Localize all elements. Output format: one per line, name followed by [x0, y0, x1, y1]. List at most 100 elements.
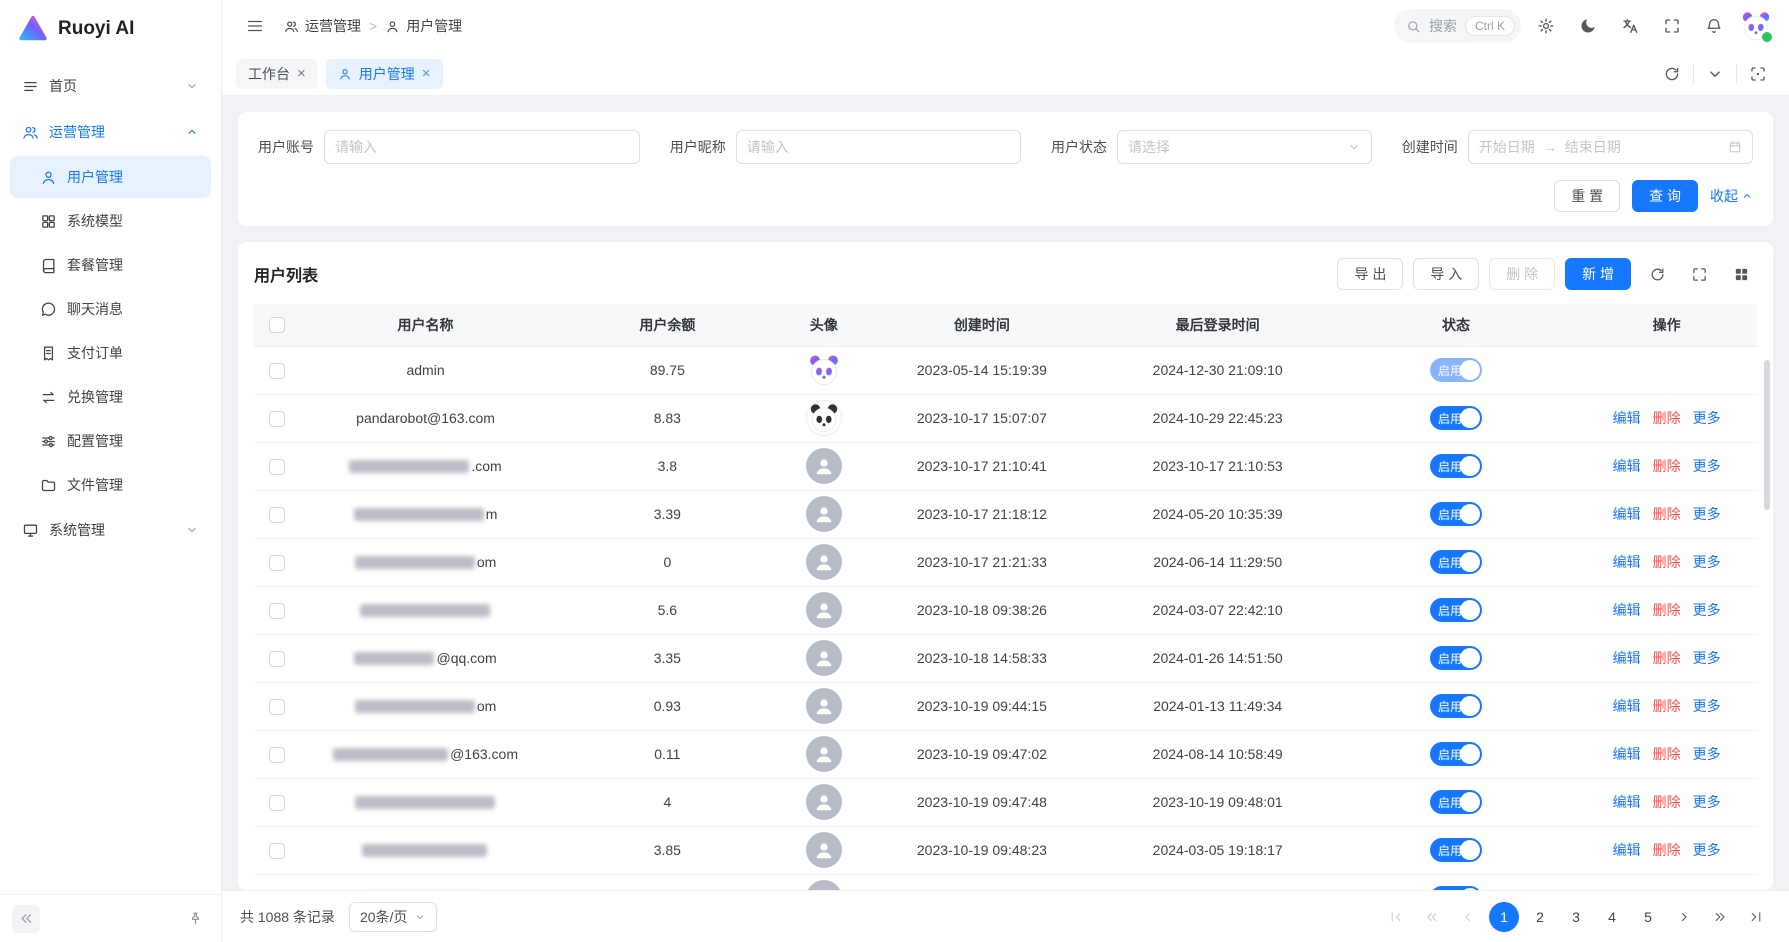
row-checkbox[interactable] — [269, 843, 285, 859]
delete-button[interactable]: 删 除 — [1489, 258, 1555, 290]
user-nickname-input[interactable] — [736, 130, 1021, 164]
export-button[interactable]: 导 出 — [1337, 258, 1403, 290]
sidebar-item-system-model[interactable]: 系统模型 — [10, 200, 211, 242]
sidebar-item-exchange-management[interactable]: 兑换管理 — [10, 376, 211, 418]
status-toggle[interactable]: 启用 — [1430, 790, 1482, 814]
row-action-edit[interactable]: 编辑 — [1613, 408, 1641, 428]
status-toggle[interactable]: 启用 — [1430, 598, 1482, 622]
tab-user-management[interactable]: 用户管理× — [326, 59, 443, 89]
status-toggle[interactable]: 启用 — [1430, 454, 1482, 478]
hamburger-menu-button[interactable] — [238, 9, 272, 43]
sidebar-item-home[interactable]: 首页 — [10, 64, 211, 108]
column-settings-button[interactable] — [1725, 258, 1757, 290]
row-action-delete[interactable]: 删除 — [1653, 408, 1681, 428]
row-action-delete[interactable]: 删除 — [1653, 552, 1681, 572]
global-search[interactable]: 搜索 Ctrl K — [1394, 9, 1521, 43]
refresh-table-button[interactable] — [1641, 258, 1673, 290]
status-toggle[interactable]: 启用 — [1430, 646, 1482, 670]
row-action-edit[interactable]: 编辑 — [1613, 648, 1641, 668]
row-action-more[interactable]: 更多 — [1693, 888, 1721, 890]
row-action-more[interactable]: 更多 — [1693, 456, 1721, 476]
jump-back-button[interactable] — [1417, 902, 1447, 932]
fullscreen-button[interactable] — [1655, 9, 1689, 43]
next-page-button[interactable] — [1669, 902, 1699, 932]
first-page-button[interactable] — [1381, 902, 1411, 932]
row-action-delete[interactable]: 删除 — [1653, 456, 1681, 476]
row-action-delete[interactable]: 删除 — [1653, 840, 1681, 860]
page-4-button[interactable]: 4 — [1597, 902, 1627, 932]
row-checkbox[interactable] — [269, 795, 285, 811]
row-action-delete[interactable]: 删除 — [1653, 792, 1681, 812]
sidebar-item-config-management[interactable]: 配置管理 — [10, 420, 211, 462]
row-checkbox[interactable] — [269, 411, 285, 427]
content-fullscreen-button[interactable] — [1741, 57, 1775, 91]
row-action-delete[interactable]: 删除 — [1653, 696, 1681, 716]
row-action-delete[interactable]: 删除 — [1653, 600, 1681, 620]
status-toggle[interactable]: 启用 — [1430, 694, 1482, 718]
row-action-delete[interactable]: 删除 — [1653, 888, 1681, 890]
row-action-more[interactable]: 更多 — [1693, 408, 1721, 428]
jump-forward-button[interactable] — [1705, 902, 1735, 932]
page-1-button[interactable]: 1 — [1489, 902, 1519, 932]
row-checkbox[interactable] — [269, 363, 285, 379]
row-checkbox[interactable] — [269, 459, 285, 475]
row-action-edit[interactable]: 编辑 — [1613, 792, 1641, 812]
collapse-filters-link[interactable]: 收起 — [1710, 186, 1753, 206]
table-vertical-scrollbar[interactable] — [1764, 360, 1770, 510]
user-status-select[interactable]: 请选择 — [1117, 130, 1372, 164]
row-checkbox[interactable] — [269, 603, 285, 619]
sidebar-item-file-management[interactable]: 文件管理 — [10, 464, 211, 506]
row-action-edit[interactable]: 编辑 — [1613, 744, 1641, 764]
status-toggle[interactable]: 启用 — [1430, 406, 1482, 430]
row-action-edit[interactable]: 编辑 — [1613, 696, 1641, 716]
row-action-edit[interactable]: 编辑 — [1613, 840, 1641, 860]
row-action-edit[interactable]: 编辑 — [1613, 600, 1641, 620]
page-3-button[interactable]: 3 — [1561, 902, 1591, 932]
user-account-input[interactable] — [324, 130, 640, 164]
add-button[interactable]: 新 增 — [1565, 258, 1631, 290]
row-checkbox[interactable] — [269, 699, 285, 715]
tab-close-icon[interactable]: × — [422, 66, 431, 81]
status-toggle[interactable]: 启用 — [1430, 358, 1482, 382]
sidebar-item-payment-orders[interactable]: 支付订单 — [10, 332, 211, 374]
status-toggle[interactable]: 启用 — [1430, 550, 1482, 574]
search-button[interactable]: 查 询 — [1632, 180, 1698, 212]
row-action-more[interactable]: 更多 — [1693, 648, 1721, 668]
tab-workbench[interactable]: 工作台× — [236, 59, 318, 89]
row-action-delete[interactable]: 删除 — [1653, 744, 1681, 764]
breadcrumb-operations[interactable]: 运营管理 — [284, 16, 361, 36]
user-avatar-menu[interactable] — [1739, 9, 1773, 43]
tab-close-icon[interactable]: × — [297, 66, 306, 81]
settings-button[interactable] — [1529, 9, 1563, 43]
app-logo[interactable]: Ruoyi AI — [0, 0, 221, 58]
language-button[interactable] — [1613, 9, 1647, 43]
sidebar-item-operations[interactable]: 运营管理 — [10, 110, 211, 154]
create-time-range-picker[interactable]: 开始日期→结束日期 — [1468, 130, 1753, 164]
status-toggle[interactable]: 启用 — [1430, 838, 1482, 862]
row-action-more[interactable]: 更多 — [1693, 792, 1721, 812]
row-action-delete[interactable]: 删除 — [1653, 504, 1681, 524]
row-checkbox[interactable] — [269, 747, 285, 763]
table-fullscreen-button[interactable] — [1683, 258, 1715, 290]
sidebar-item-user-management[interactable]: 用户管理 — [10, 156, 211, 198]
row-checkbox[interactable] — [269, 651, 285, 667]
import-button[interactable]: 导 入 — [1413, 258, 1479, 290]
row-action-more[interactable]: 更多 — [1693, 504, 1721, 524]
row-action-edit[interactable]: 编辑 — [1613, 456, 1641, 476]
row-checkbox[interactable] — [269, 555, 285, 571]
status-toggle[interactable]: 启用 — [1430, 742, 1482, 766]
tab-options-button[interactable] — [1698, 57, 1732, 91]
row-action-more[interactable]: 更多 — [1693, 744, 1721, 764]
row-action-more[interactable]: 更多 — [1693, 552, 1721, 572]
breadcrumb-user-management[interactable]: 用户管理 — [385, 16, 462, 36]
row-action-delete[interactable]: 删除 — [1653, 648, 1681, 668]
page-2-button[interactable]: 2 — [1525, 902, 1555, 932]
page-5-button[interactable]: 5 — [1633, 902, 1663, 932]
status-toggle[interactable]: 启用 — [1430, 502, 1482, 526]
sidebar-item-chat-messages[interactable]: 聊天消息 — [10, 288, 211, 330]
row-action-edit[interactable]: 编辑 — [1613, 552, 1641, 572]
last-page-button[interactable] — [1741, 902, 1771, 932]
refresh-page-button[interactable] — [1655, 57, 1689, 91]
page-size-select[interactable]: 20条/页 — [349, 902, 437, 932]
status-toggle[interactable]: 启用 — [1430, 886, 1482, 890]
